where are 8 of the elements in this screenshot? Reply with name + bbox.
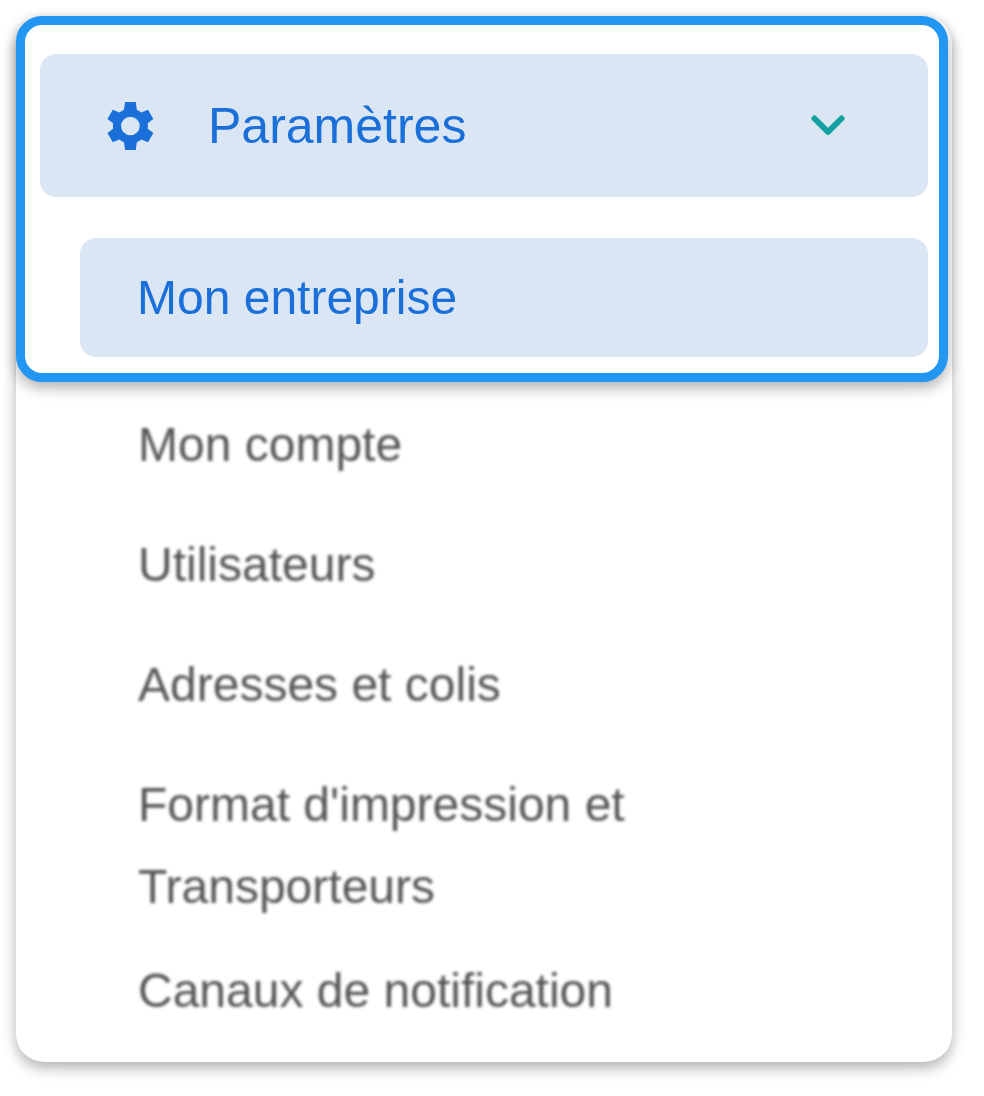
- menu-item[interactable]: Canaux de notification: [138, 950, 613, 1032]
- menu-item[interactable]: Adresses et colis: [138, 644, 501, 726]
- settings-menu-header[interactable]: Paramètres: [40, 54, 928, 197]
- menu-item[interactable]: Utilisateurs: [138, 524, 376, 606]
- chevron-icon: [810, 113, 846, 138]
- menu-item[interactable]: Mon compte: [138, 404, 403, 486]
- menu-item[interactable]: Format d'impression et Transporteurs: [138, 764, 838, 928]
- menu-item[interactable]: Mon entreprise: [80, 238, 928, 357]
